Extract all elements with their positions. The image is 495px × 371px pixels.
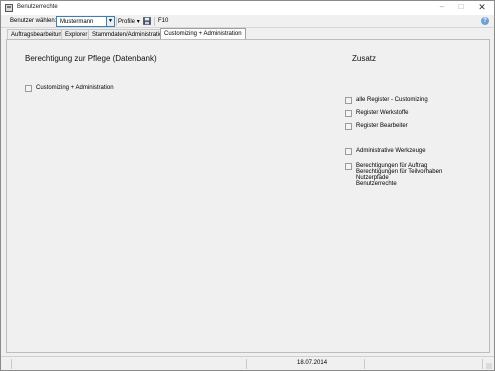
status-date: 18.07.2014 bbox=[297, 360, 328, 366]
help-icon[interactable]: ? bbox=[481, 17, 489, 25]
profile-dropdown-icon: ▾ bbox=[136, 19, 140, 25]
checkbox-box[interactable] bbox=[345, 163, 352, 170]
status-divider bbox=[11, 359, 12, 369]
checkbox-label: Register Werkstoffe bbox=[356, 110, 409, 116]
section-heading-zusatz: Zusatz bbox=[352, 54, 377, 63]
title-bar: Benutzerrechte – □ ✕ bbox=[1, 1, 494, 15]
app-icon bbox=[5, 4, 13, 12]
checkbox-label: Administrative Werkzeuge bbox=[356, 148, 426, 154]
checkbox-box[interactable] bbox=[345, 97, 352, 104]
checkbox-box[interactable] bbox=[345, 110, 352, 117]
checkbox-label: Customizing + Administration bbox=[36, 85, 114, 91]
status-divider bbox=[482, 359, 483, 369]
app-window: Benutzerrechte – □ ✕ Benutzer wählen: Mu… bbox=[0, 0, 495, 371]
status-divider bbox=[364, 359, 365, 369]
checkbox-box[interactable] bbox=[25, 85, 32, 92]
maximize-button[interactable]: □ bbox=[453, 2, 469, 12]
checkbox-customizing-administration[interactable]: Customizing + Administration bbox=[25, 85, 114, 92]
tab-content-panel: Berechtigung zur Pflege (Datenbank) Zusa… bbox=[6, 39, 490, 353]
close-button[interactable]: ✕ bbox=[472, 2, 492, 12]
toolbar-separator bbox=[154, 17, 155, 26]
checkbox-alle-register-customizing[interactable]: alle Register - Customizing bbox=[345, 97, 428, 104]
toolbar-separator bbox=[116, 17, 117, 26]
user-select-value: Mustermann bbox=[60, 19, 94, 25]
checkbox-box[interactable] bbox=[345, 148, 352, 155]
checkbox-administrative-werkzeuge[interactable]: Administrative Werkzeuge bbox=[345, 148, 426, 155]
checkbox-box[interactable] bbox=[345, 123, 352, 130]
chevron-down-icon[interactable]: ▼ bbox=[106, 17, 114, 26]
profile-label: Profile bbox=[118, 19, 136, 25]
user-select-label: Benutzer wählen: bbox=[10, 18, 57, 24]
save-icon[interactable] bbox=[143, 17, 151, 25]
f10-button[interactable]: F10 bbox=[158, 18, 168, 24]
section-heading-permissions: Berechtigung zur Pflege (Datenbank) bbox=[25, 54, 157, 63]
checkbox-label: Register Bearbeiter bbox=[356, 123, 408, 129]
checkbox-register-werkstoffe[interactable]: Register Werkstoffe bbox=[345, 110, 408, 117]
status-bar: 18.07.2014 bbox=[1, 356, 494, 370]
checkbox-label: alle Register - Customizing bbox=[356, 97, 428, 103]
checkbox-label-line: Benutzerrechte bbox=[356, 181, 397, 187]
window-title: Benutzerrechte bbox=[17, 4, 58, 10]
status-divider bbox=[246, 359, 247, 369]
resize-grip-icon[interactable] bbox=[486, 363, 492, 369]
profile-menu-button[interactable]: Profile ▾ bbox=[118, 18, 140, 25]
toolbar: Benutzer wählen: Mustermann ▼ Profile ▾ … bbox=[1, 15, 494, 28]
checkbox-register-bearbeiter[interactable]: Register Bearbeiter bbox=[345, 123, 408, 130]
checkbox-multiline-label: Berechtigungen für Auftrag Berechtigunge… bbox=[356, 163, 442, 187]
user-select-dropdown[interactable]: Mustermann ▼ bbox=[56, 16, 115, 27]
checkbox-berechtigungen-group[interactable]: Berechtigungen für Auftrag Berechtigunge… bbox=[345, 163, 442, 187]
minimize-button[interactable]: – bbox=[434, 2, 450, 12]
